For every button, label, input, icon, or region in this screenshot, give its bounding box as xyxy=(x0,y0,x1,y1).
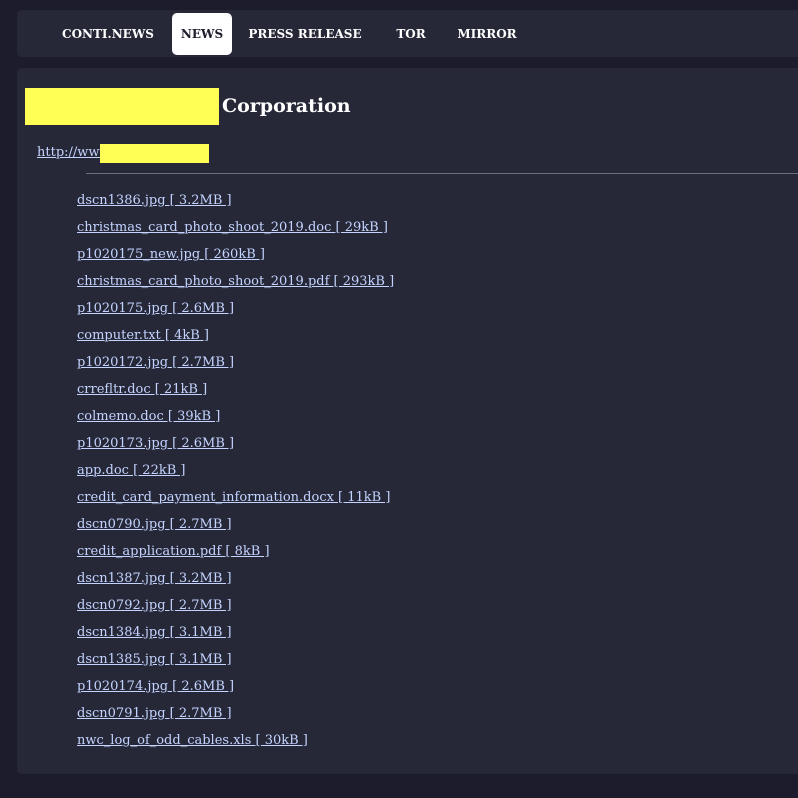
content-panel: Corporation http://www dscn1386.jpg [ 3.… xyxy=(17,68,798,774)
file-download-link[interactable]: colmemo.doc [ 39kB ] xyxy=(77,409,220,424)
file-list-item: christmas_card_photo_shoot_2019.doc [ 29… xyxy=(77,219,394,246)
file-download-link[interactable]: p1020173.jpg [ 2.6MB ] xyxy=(77,436,234,451)
file-download-link[interactable]: christmas_card_photo_shoot_2019.doc [ 29… xyxy=(77,220,388,235)
file-list-item: nwc_log_of_odd_cables.xls [ 30kB ] xyxy=(77,732,394,759)
file-list-item: dscn1385.jpg [ 3.1MB ] xyxy=(77,651,394,678)
divider xyxy=(86,173,798,174)
file-download-link[interactable]: dscn1384.jpg [ 3.1MB ] xyxy=(77,625,232,640)
file-list-item: app.doc [ 22kB ] xyxy=(77,462,394,489)
top-nav: CONTI.NEWS NEWS PRESS RELEASE TOR MIRROR xyxy=(17,10,798,57)
file-download-link[interactable]: p1020175_new.jpg [ 260kB ] xyxy=(77,247,265,262)
file-download-link[interactable]: christmas_card_photo_shoot_2019.pdf [ 29… xyxy=(77,274,394,289)
file-list-item: credit_application.pdf [ 8kB ] xyxy=(77,543,394,570)
file-list-item: p1020172.jpg [ 2.7MB ] xyxy=(77,354,394,381)
file-download-link[interactable]: p1020172.jpg [ 2.7MB ] xyxy=(77,355,234,370)
file-download-link[interactable]: app.doc [ 22kB ] xyxy=(77,463,185,478)
file-list-item: dscn1384.jpg [ 3.1MB ] xyxy=(77,624,394,651)
website-url-redaction xyxy=(100,144,209,163)
file-download-link[interactable]: p1020175.jpg [ 2.6MB ] xyxy=(77,301,234,316)
file-download-link[interactable]: credit_application.pdf [ 8kB ] xyxy=(77,544,270,559)
file-list-item: christmas_card_photo_shoot_2019.pdf [ 29… xyxy=(77,273,394,300)
file-download-link[interactable]: credit_card_payment_information.docx [ 1… xyxy=(77,490,390,505)
nav-item-news[interactable]: NEWS xyxy=(172,13,232,55)
file-list-item: p1020175.jpg [ 2.6MB ] xyxy=(77,300,394,327)
company-name-redaction xyxy=(25,88,219,125)
file-download-link[interactable]: dscn1387.jpg [ 3.2MB ] xyxy=(77,571,232,586)
file-download-link[interactable]: computer.txt [ 4kB ] xyxy=(77,328,209,343)
file-download-link[interactable]: dscn0791.jpg [ 2.7MB ] xyxy=(77,706,232,721)
file-download-link[interactable]: nwc_log_of_odd_cables.xls [ 30kB ] xyxy=(77,733,308,748)
file-list-item: colmemo.doc [ 39kB ] xyxy=(77,408,394,435)
file-list-item: computer.txt [ 4kB ] xyxy=(77,327,394,354)
file-list-item: dscn0790.jpg [ 2.7MB ] xyxy=(77,516,394,543)
file-list-item: dscn1386.jpg [ 3.2MB ] xyxy=(77,192,394,219)
file-list: dscn1386.jpg [ 3.2MB ] christmas_card_pho… xyxy=(77,192,394,759)
nav-item-mirror[interactable]: MIRROR xyxy=(451,13,523,55)
file-list-item: p1020175_new.jpg [ 260kB ] xyxy=(77,246,394,273)
file-list-item: dscn0791.jpg [ 2.7MB ] xyxy=(77,705,394,732)
file-list-item: credit_card_payment_information.docx [ 1… xyxy=(77,489,394,516)
file-download-link[interactable]: dscn1385.jpg [ 3.1MB ] xyxy=(77,652,232,667)
company-title: Corporation xyxy=(222,95,351,117)
file-list-item: p1020173.jpg [ 2.6MB ] xyxy=(77,435,394,462)
file-download-link[interactable]: crrefltr.doc [ 21kB ] xyxy=(77,382,207,397)
file-download-link[interactable]: dscn0790.jpg [ 2.7MB ] xyxy=(77,517,232,532)
file-list-item: p1020174.jpg [ 2.6MB ] xyxy=(77,678,394,705)
file-list-item: dscn1387.jpg [ 3.2MB ] xyxy=(77,570,394,597)
nav-item-press-release[interactable]: PRESS RELEASE xyxy=(247,13,363,55)
nav-item-conti-news[interactable]: CONTI.NEWS xyxy=(56,13,160,55)
file-download-link[interactable]: dscn0792.jpg [ 2.7MB ] xyxy=(77,598,232,613)
nav-item-tor[interactable]: TOR xyxy=(387,13,435,55)
file-download-link[interactable]: p1020174.jpg [ 2.6MB ] xyxy=(77,679,234,694)
file-list-item: dscn0792.jpg [ 2.7MB ] xyxy=(77,597,394,624)
file-download-link[interactable]: dscn1386.jpg [ 3.2MB ] xyxy=(77,193,232,208)
file-list-item: crrefltr.doc [ 21kB ] xyxy=(77,381,394,408)
